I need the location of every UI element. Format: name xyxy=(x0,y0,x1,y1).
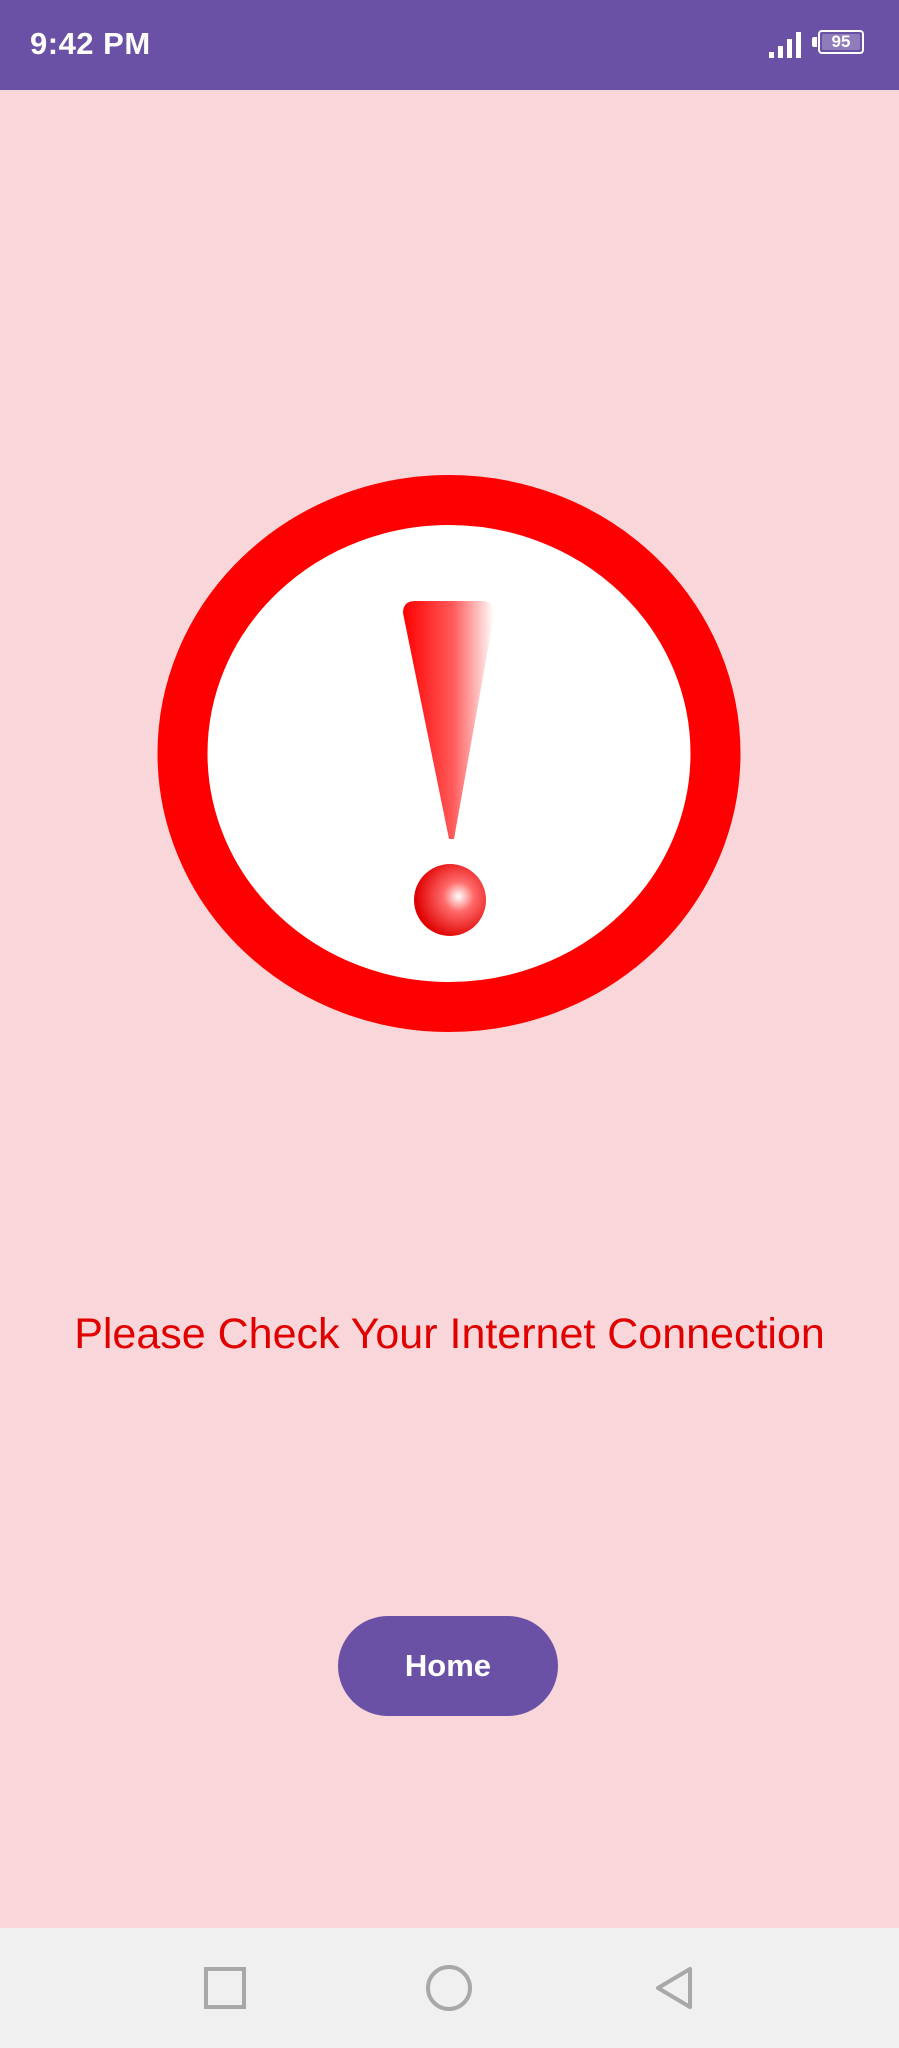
status-time: 9:42 PM xyxy=(30,26,151,61)
status-bar: 9:42 PM 95 xyxy=(0,0,899,90)
navigation-bar xyxy=(0,1928,899,2048)
exclamation-warning-icon xyxy=(157,475,741,1032)
signal-icon xyxy=(769,32,801,58)
home-button[interactable]: Home xyxy=(338,1616,558,1716)
recent-apps-icon[interactable] xyxy=(195,1958,255,2018)
connection-error-message: Please Check Your Internet Connection xyxy=(74,1310,825,1358)
battery-icon: 95 xyxy=(812,30,868,58)
back-triangle-icon[interactable] xyxy=(645,1958,705,2018)
battery-level: 95 xyxy=(831,32,851,51)
home-circle-icon[interactable] xyxy=(419,1958,479,2018)
